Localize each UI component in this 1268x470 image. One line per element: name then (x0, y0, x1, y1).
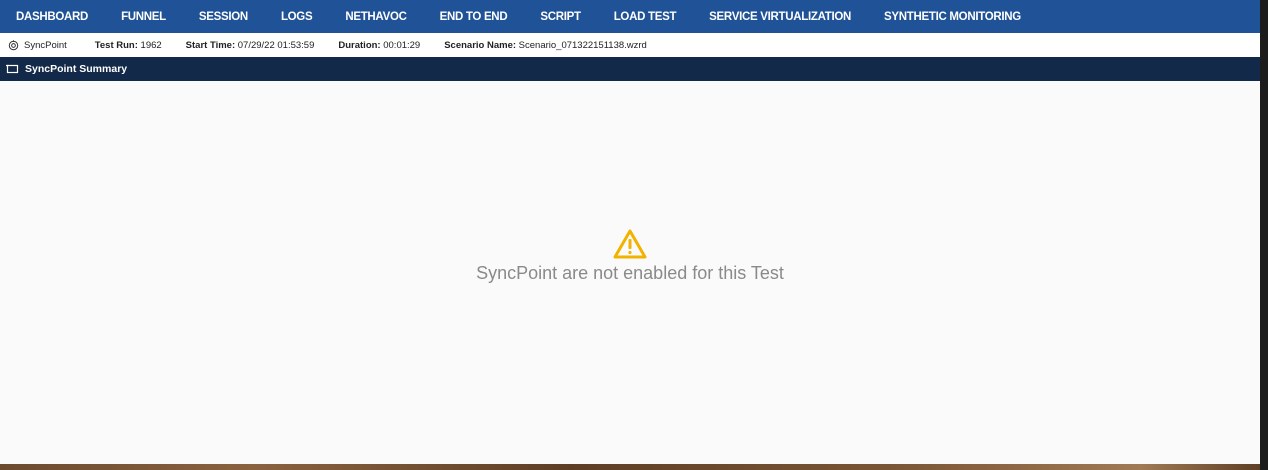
nav-session[interactable]: SESSION (199, 11, 248, 23)
nav-service-virtualization[interactable]: SERVICE VIRTUALIZATION (709, 11, 851, 23)
panel-icon (6, 64, 19, 74)
scenario-label: Scenario Name: (444, 39, 517, 51)
start-time-label: Start Time: (185, 39, 236, 51)
nav-synthetic-monitoring[interactable]: SYNTHETIC MONITORING (884, 11, 1021, 23)
warning-icon (613, 229, 647, 259)
start-time-field: Start Time: 07/29/22 01:53:59 (186, 40, 315, 51)
panel-header: SyncPoint Summary (0, 57, 1260, 81)
nav-dashboard[interactable]: DASHBOARD (16, 11, 88, 23)
nav-script[interactable]: SCRIPT (540, 11, 581, 23)
empty-state-message: SyncPoint are not enabled for this Test (476, 263, 784, 283)
scenario-value: Scenario_071322151138.wzrd (518, 39, 647, 51)
syncpoint-section-label: SyncPoint (24, 39, 67, 51)
test-run-value: 1962 (140, 39, 162, 51)
test-info-bar: SyncPoint Test Run: 1962 Start Time: 07/… (0, 33, 1260, 57)
syncpoint-icon (8, 39, 19, 50)
app-window: DASHBOARD FUNNEL SESSION LOGS NETHAVOC E… (0, 0, 1260, 464)
syncpoint-section: SyncPoint (8, 40, 67, 51)
nav-nethavoc[interactable]: NETHAVOC (345, 11, 407, 23)
scenario-field: Scenario Name: Scenario_071322151138.wzr… (444, 40, 647, 51)
nav-logs[interactable]: LOGS (281, 11, 313, 23)
duration-label: Duration: (338, 39, 381, 51)
duration-field: Duration: 00:01:29 (338, 40, 420, 51)
test-run-label: Test Run: (94, 39, 138, 51)
panel-title: SyncPoint Summary (25, 63, 128, 75)
empty-state: SyncPoint are not enabled for this Test (0, 228, 1260, 284)
nav-funnel[interactable]: FUNNEL (121, 11, 166, 23)
duration-value: 00:01:29 (383, 39, 421, 51)
window-edge (1260, 0, 1268, 470)
nav-load-test[interactable]: LOAD TEST (614, 11, 677, 23)
nav-end-to-end[interactable]: END TO END (440, 11, 508, 23)
top-nav: DASHBOARD FUNNEL SESSION LOGS NETHAVOC E… (0, 0, 1260, 33)
start-time-value: 07/29/22 01:53:59 (237, 39, 315, 51)
test-run-field: Test Run: 1962 (95, 40, 162, 51)
